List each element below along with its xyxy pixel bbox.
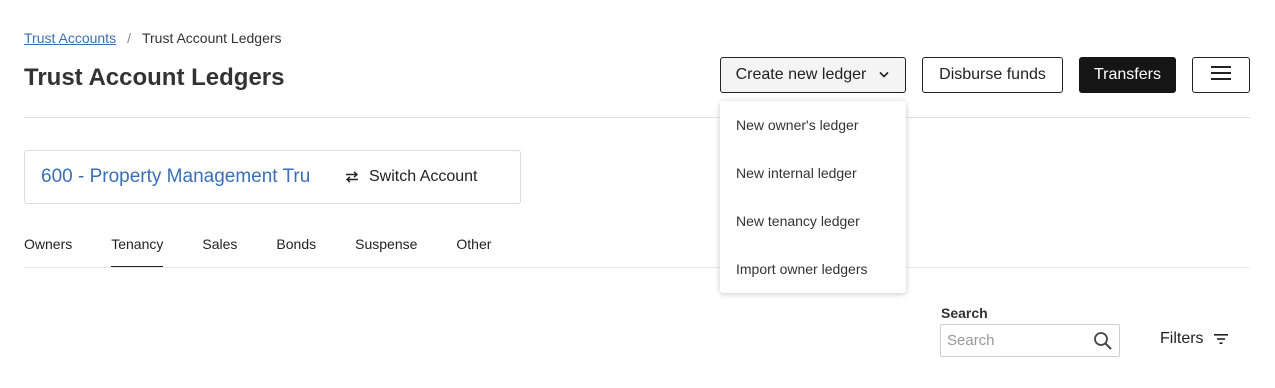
menu-item-new-internal-ledger[interactable]: New internal ledger [720, 149, 906, 197]
page: Trust Accounts / Trust Account Ledgers T… [0, 0, 1275, 388]
search-box [940, 324, 1120, 357]
menu-item-new-owners-ledger[interactable]: New owner's ledger [720, 101, 906, 149]
switch-account-label: Switch Account [369, 168, 478, 185]
tab-tenancy[interactable]: Tenancy [111, 236, 164, 268]
filters-label: Filters [1160, 330, 1204, 347]
tab-owners[interactable]: Owners [24, 236, 72, 268]
page-title: Trust Account Ledgers [24, 64, 285, 91]
swap-arrows-icon [345, 171, 359, 183]
create-new-ledger-label: Create new ledger [735, 66, 867, 83]
filter-lines-icon [1213, 334, 1228, 344]
hamburger-icon [1211, 65, 1231, 85]
menu-item-new-tenancy-ledger[interactable]: New tenancy ledger [720, 197, 906, 245]
search-icon[interactable] [1093, 331, 1113, 351]
create-ledger-dropdown: New owner's ledger New internal ledger N… [720, 101, 906, 293]
account-card: 600 - Property Management Tru Switch Acc… [24, 150, 521, 204]
menu-item-import-owner-ledgers[interactable]: Import owner ledgers [720, 245, 906, 293]
tab-other[interactable]: Other [456, 236, 491, 268]
tab-sales[interactable]: Sales [202, 236, 237, 268]
tab-bonds[interactable]: Bonds [276, 236, 316, 268]
breadcrumb: Trust Accounts / Trust Account Ledgers [24, 30, 282, 46]
chevron-down-icon [878, 71, 890, 79]
disburse-funds-button[interactable]: Disburse funds [922, 57, 1063, 93]
tabs-divider [24, 267, 1250, 268]
more-menu-button[interactable] [1192, 57, 1250, 93]
search-label: Search [941, 305, 988, 321]
transfers-button[interactable]: Transfers [1079, 57, 1176, 93]
search-input[interactable] [941, 325, 1092, 356]
create-new-ledger-button[interactable]: Create new ledger [720, 57, 906, 93]
breadcrumb-separator: / [127, 30, 131, 46]
breadcrumb-link-trust-accounts[interactable]: Trust Accounts [24, 30, 116, 46]
filters-button[interactable]: Filters [1160, 330, 1228, 348]
switch-account-button[interactable]: Switch Account [345, 168, 478, 186]
breadcrumb-current: Trust Account Ledgers [141, 30, 282, 46]
header-divider [24, 117, 1250, 118]
ledger-tabs: Owners Tenancy Sales Bonds Suspense Othe… [24, 236, 530, 268]
tab-suspense[interactable]: Suspense [355, 236, 417, 268]
account-name-link[interactable]: 600 - Property Management Tru [41, 166, 329, 188]
